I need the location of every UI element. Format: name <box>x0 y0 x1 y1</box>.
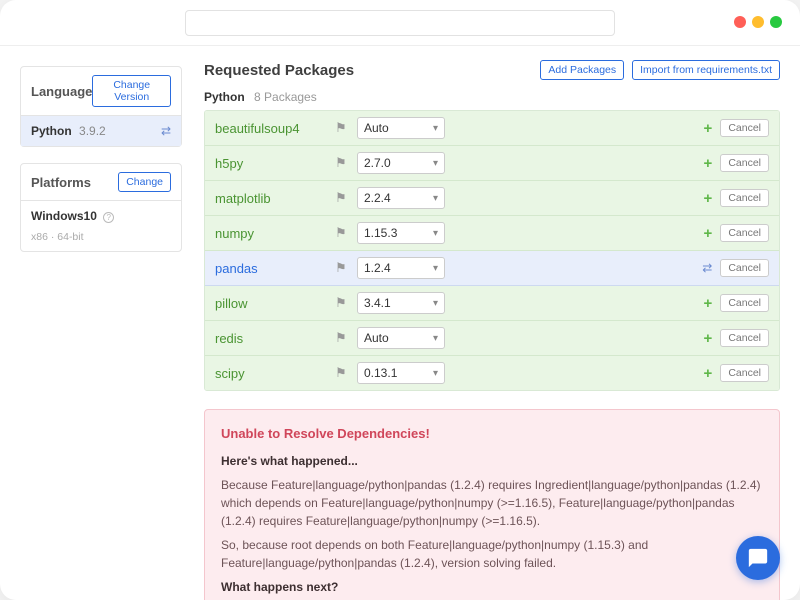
version-select[interactable]: 1.2.4▾ <box>357 257 445 279</box>
package-name[interactable]: numpy <box>215 226 335 241</box>
chat-button[interactable] <box>736 536 780 580</box>
packages-count: 8 Packages <box>254 90 317 104</box>
flag-icon[interactable]: ⚑ <box>335 155 357 171</box>
chevron-down-icon: ▾ <box>433 368 438 379</box>
import-requirements-button[interactable]: Import from requirements.txt <box>632 60 780 80</box>
package-row-beautifulsoup4: beautifulsoup4⚑Auto▾ + Cancel <box>205 111 779 146</box>
package-name[interactable]: h5py <box>215 156 335 171</box>
close-icon[interactable] <box>734 16 746 28</box>
platform-arch: x86 · 64-bit <box>21 231 181 251</box>
plus-icon[interactable]: + <box>704 120 713 137</box>
cancel-button[interactable]: Cancel <box>720 294 769 312</box>
package-row-pillow: pillow⚑3.4.1▾ + Cancel <box>205 286 779 321</box>
chevron-down-icon: ▾ <box>433 298 438 309</box>
plus-icon[interactable]: + <box>704 365 713 382</box>
language-version: 3.9.2 <box>79 124 106 138</box>
search-input[interactable] <box>185 10 615 36</box>
language-card: Language Change Version Python 3.9.2 ⇄ <box>20 66 182 147</box>
error-title: Unable to Resolve Dependencies! <box>221 424 763 444</box>
chevron-down-icon: ▾ <box>433 228 438 239</box>
plus-icon[interactable]: + <box>704 295 713 312</box>
minimize-icon[interactable] <box>752 16 764 28</box>
error-heading-2: What happens next? <box>221 580 338 594</box>
info-icon[interactable]: ? <box>103 212 114 223</box>
package-name[interactable]: matplotlib <box>215 191 335 206</box>
version-select[interactable]: Auto▾ <box>357 117 445 139</box>
package-row-redis: redis⚑Auto▾ + Cancel <box>205 321 779 356</box>
packages-table: beautifulsoup4⚑Auto▾+Cancelh5py⚑2.7.0▾+C… <box>204 110 780 391</box>
package-row-numpy: numpy⚑1.15.3▾ + Cancel <box>205 216 779 251</box>
cancel-button[interactable]: Cancel <box>720 154 769 172</box>
version-select[interactable]: 1.15.3▾ <box>357 222 445 244</box>
chevron-down-icon: ▾ <box>433 193 438 204</box>
error-heading-1: Here's what happened... <box>221 454 358 468</box>
version-select[interactable]: 2.2.4▾ <box>357 187 445 209</box>
language-name: Python <box>31 124 72 138</box>
flag-icon[interactable]: ⚑ <box>335 260 357 276</box>
content: Language Change Version Python 3.9.2 ⇄ P… <box>0 46 800 600</box>
packages-subheader: Python 8 Packages <box>204 90 780 104</box>
window-controls <box>734 16 782 28</box>
version-select[interactable]: Auto▾ <box>357 327 445 349</box>
version-select[interactable]: 0.13.1▾ <box>357 362 445 384</box>
add-packages-button[interactable]: Add Packages <box>540 60 624 80</box>
flag-icon[interactable]: ⚑ <box>335 225 357 241</box>
plus-icon[interactable]: + <box>704 225 713 242</box>
error-paragraph-1: Because Feature|language/python|pandas (… <box>221 476 763 530</box>
error-panel: Unable to Resolve Dependencies! Here's w… <box>204 409 780 600</box>
chat-icon <box>747 547 769 569</box>
shuffle-icon[interactable]: ⇄ <box>702 261 712 275</box>
package-name[interactable]: pillow <box>215 296 335 311</box>
page-title: Requested Packages <box>204 62 354 79</box>
packages-language: Python <box>204 90 245 104</box>
flag-icon[interactable]: ⚑ <box>335 330 357 346</box>
cancel-button[interactable]: Cancel <box>720 119 769 137</box>
plus-icon[interactable]: + <box>704 330 713 347</box>
package-row-matplotlib: matplotlib⚑2.2.4▾ + Cancel <box>205 181 779 216</box>
chevron-down-icon: ▾ <box>433 158 438 169</box>
package-row-h5py: h5py⚑2.7.0▾ + Cancel <box>205 146 779 181</box>
chevron-down-icon: ▾ <box>433 123 438 134</box>
main-panel: Requested Packages Add Packages Import f… <box>190 46 800 600</box>
version-select[interactable]: 2.7.0▾ <box>357 152 445 174</box>
maximize-icon[interactable] <box>770 16 782 28</box>
plus-icon[interactable]: + <box>704 190 713 207</box>
cancel-button[interactable]: Cancel <box>720 224 769 242</box>
change-platform-button[interactable]: Change <box>118 172 171 192</box>
flag-icon[interactable]: ⚑ <box>335 295 357 311</box>
plus-icon[interactable]: + <box>704 155 713 172</box>
flag-icon[interactable]: ⚑ <box>335 120 357 136</box>
package-row-scipy: scipy⚑0.13.1▾ + Cancel <box>205 356 779 390</box>
package-name[interactable]: pandas <box>215 261 335 276</box>
change-version-button[interactable]: Change Version <box>92 75 171 107</box>
error-paragraph-2: So, because root depends on both Feature… <box>221 536 763 572</box>
chevron-down-icon: ▾ <box>433 333 438 344</box>
platforms-card: Platforms Change Windows10 ? x86 · 64-bi… <box>20 163 182 252</box>
cancel-button[interactable]: Cancel <box>720 364 769 382</box>
package-name[interactable]: beautifulsoup4 <box>215 121 335 136</box>
platforms-title: Platforms <box>31 175 91 190</box>
language-row[interactable]: Python 3.9.2 ⇄ <box>21 115 181 146</box>
package-row-pandas: pandas⚑1.2.4▾ ⇄ Cancel <box>205 251 779 286</box>
app-window: Language Change Version Python 3.9.2 ⇄ P… <box>0 0 800 600</box>
cancel-button[interactable]: Cancel <box>720 259 769 277</box>
language-title: Language <box>31 84 92 99</box>
sidebar: Language Change Version Python 3.9.2 ⇄ P… <box>0 46 190 600</box>
flag-icon[interactable]: ⚑ <box>335 365 357 381</box>
platform-row: Windows10 ? <box>21 200 181 231</box>
flag-icon[interactable]: ⚑ <box>335 190 357 206</box>
package-name[interactable]: redis <box>215 331 335 346</box>
package-name[interactable]: scipy <box>215 366 335 381</box>
cancel-button[interactable]: Cancel <box>720 329 769 347</box>
cancel-button[interactable]: Cancel <box>720 189 769 207</box>
titlebar <box>0 0 800 46</box>
shuffle-icon[interactable]: ⇄ <box>161 124 171 138</box>
platform-name: Windows10 <box>31 209 97 223</box>
version-select[interactable]: 3.4.1▾ <box>357 292 445 314</box>
chevron-down-icon: ▾ <box>433 263 438 274</box>
